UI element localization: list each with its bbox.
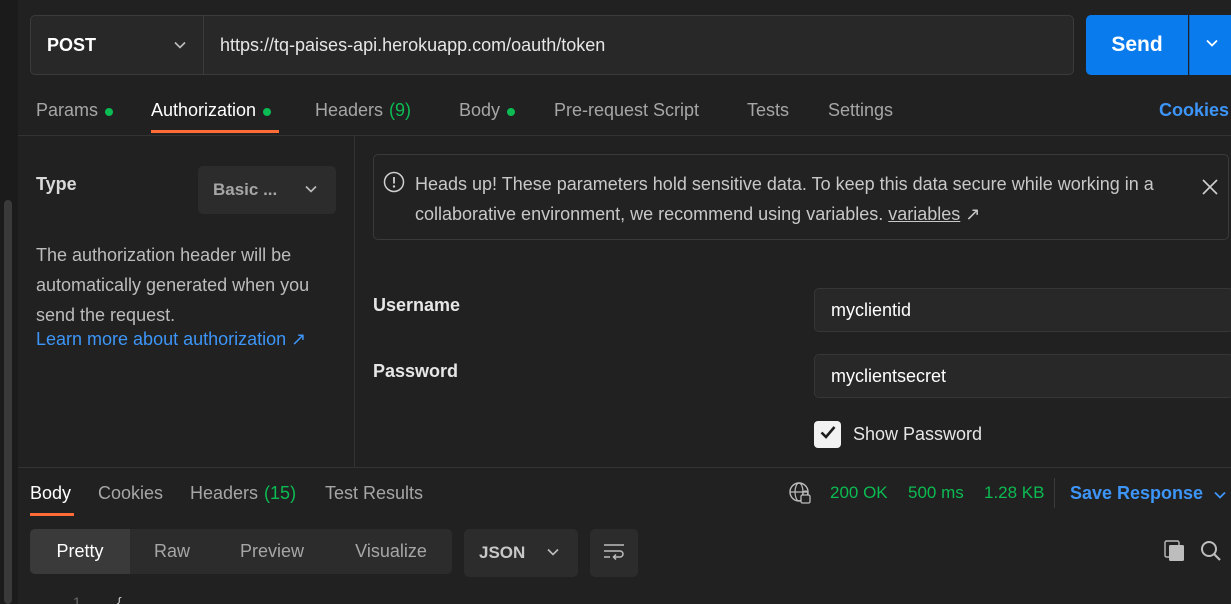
globe-network-icon[interactable] — [788, 481, 812, 510]
response-tab-test-results[interactable]: Test Results — [325, 483, 423, 504]
tab-pre-request-script[interactable]: Pre-request Script — [554, 100, 699, 121]
tab-params[interactable]: Params — [36, 100, 114, 121]
username-field[interactable]: myclientid — [814, 288, 1231, 332]
send-options-button[interactable] — [1189, 15, 1231, 75]
alert-text: Heads up! These parameters hold sensitiv… — [415, 174, 1154, 224]
checkmark-icon — [818, 422, 838, 447]
tab-label: Headers — [315, 100, 384, 120]
show-password-label[interactable]: Show Password — [853, 424, 982, 445]
response-size[interactable]: 1.28 KB — [984, 483, 1045, 503]
tab-label: Params — [36, 100, 99, 120]
tab-body[interactable]: Body — [459, 100, 516, 121]
method-select[interactable]: POST — [30, 15, 204, 75]
send-button[interactable]: Send — [1086, 15, 1188, 75]
password-label: Password — [373, 361, 459, 381]
cookies-link[interactable]: Cookies — [1159, 100, 1229, 121]
tab-authorization[interactable]: Authorization — [151, 100, 272, 121]
info-icon — [383, 171, 405, 198]
variables-link[interactable]: variables — [888, 204, 960, 224]
response-tab-headers[interactable]: Headers (15) — [190, 483, 296, 504]
tab-label: Body — [30, 483, 72, 503]
response-status[interactable]: 200 OK — [830, 483, 888, 503]
sidebar-scrollbar[interactable] — [4, 200, 12, 604]
password-value: myclientsecret — [831, 365, 947, 386]
learn-more-link[interactable]: Learn more about authorization ↗ — [36, 329, 306, 350]
search-icon[interactable] — [1199, 539, 1223, 568]
status-dot — [263, 108, 272, 116]
tab-tests[interactable]: Tests — [747, 100, 789, 121]
alert-message: Heads up! These parameters hold sensitiv… — [415, 169, 1185, 229]
tab-label: Headers — [190, 483, 259, 503]
tab-label: Tests — [747, 100, 790, 120]
response-tab-cookies[interactable]: Cookies — [98, 483, 163, 504]
username-label: Username — [373, 295, 461, 315]
headers-count: (15) — [264, 483, 297, 503]
close-icon[interactable] — [1200, 177, 1220, 202]
auth-description: The authorization header will be automat… — [36, 245, 310, 325]
tab-label: Pre-request Script — [554, 100, 700, 120]
format-value: JSON — [479, 543, 526, 562]
save-response-button[interactable]: Save Response — [1070, 483, 1203, 504]
tab-settings[interactable]: Settings — [828, 100, 893, 121]
response-time[interactable]: 500 ms — [908, 483, 964, 503]
show-password-checkbox[interactable] — [814, 421, 841, 448]
auth-type-select[interactable]: Basic ... — [198, 166, 336, 214]
active-tab-indicator — [151, 130, 279, 133]
view-visualize-button[interactable]: Visualize — [330, 529, 452, 574]
wrap-lines-button[interactable] — [590, 529, 638, 577]
tab-label: Cookies — [98, 483, 164, 503]
format-select[interactable]: JSON — [464, 529, 578, 577]
sensitive-data-alert: Heads up! These parameters hold sensitiv… — [373, 154, 1229, 240]
auth-type-label: Type — [36, 174, 77, 194]
chevron-down-icon — [1204, 35, 1220, 56]
auth-type-value: Basic ... — [213, 180, 278, 199]
method-label: POST — [47, 34, 97, 55]
headers-count: (9) — [389, 100, 412, 120]
line-number: 1 — [73, 594, 81, 604]
external-link-icon: ↗ — [965, 204, 981, 224]
chevron-down-icon[interactable] — [1213, 486, 1227, 507]
tabs-divider — [18, 135, 1231, 136]
view-pretty-button[interactable]: Pretty — [30, 529, 130, 574]
tab-headers[interactable]: Headers (9) — [315, 100, 411, 121]
chevron-down-icon — [546, 544, 560, 564]
tab-label: Test Results — [325, 483, 424, 503]
response-tab-body[interactable]: Body — [30, 483, 71, 504]
password-field[interactable]: myclientsecret — [814, 354, 1231, 398]
url-input[interactable]: https://tq-paises-api.herokuapp.com/oaut… — [204, 15, 1074, 75]
view-preview-button[interactable]: Preview — [214, 529, 330, 574]
tab-label: Authorization — [151, 100, 257, 120]
copy-icon[interactable] — [1163, 539, 1187, 568]
tab-label: Body — [459, 100, 501, 120]
code-line: { — [117, 594, 122, 604]
tab-label: Settings — [828, 100, 894, 120]
url-text: https://tq-paises-api.herokuapp.com/oaut… — [220, 34, 606, 55]
username-value: myclientid — [831, 299, 912, 320]
view-raw-button[interactable]: Raw — [130, 529, 214, 574]
chevron-down-icon — [304, 181, 318, 201]
response-view-toggle: Pretty Raw Preview Visualize — [30, 529, 452, 574]
wrap-lines-icon — [602, 541, 626, 566]
response-divider — [18, 467, 1231, 468]
active-response-tab-indicator — [30, 513, 74, 516]
status-divider — [1054, 478, 1055, 508]
chevron-down-icon — [173, 36, 187, 57]
status-dot — [105, 108, 114, 116]
panel-divider — [354, 136, 355, 467]
status-dot — [507, 108, 516, 116]
